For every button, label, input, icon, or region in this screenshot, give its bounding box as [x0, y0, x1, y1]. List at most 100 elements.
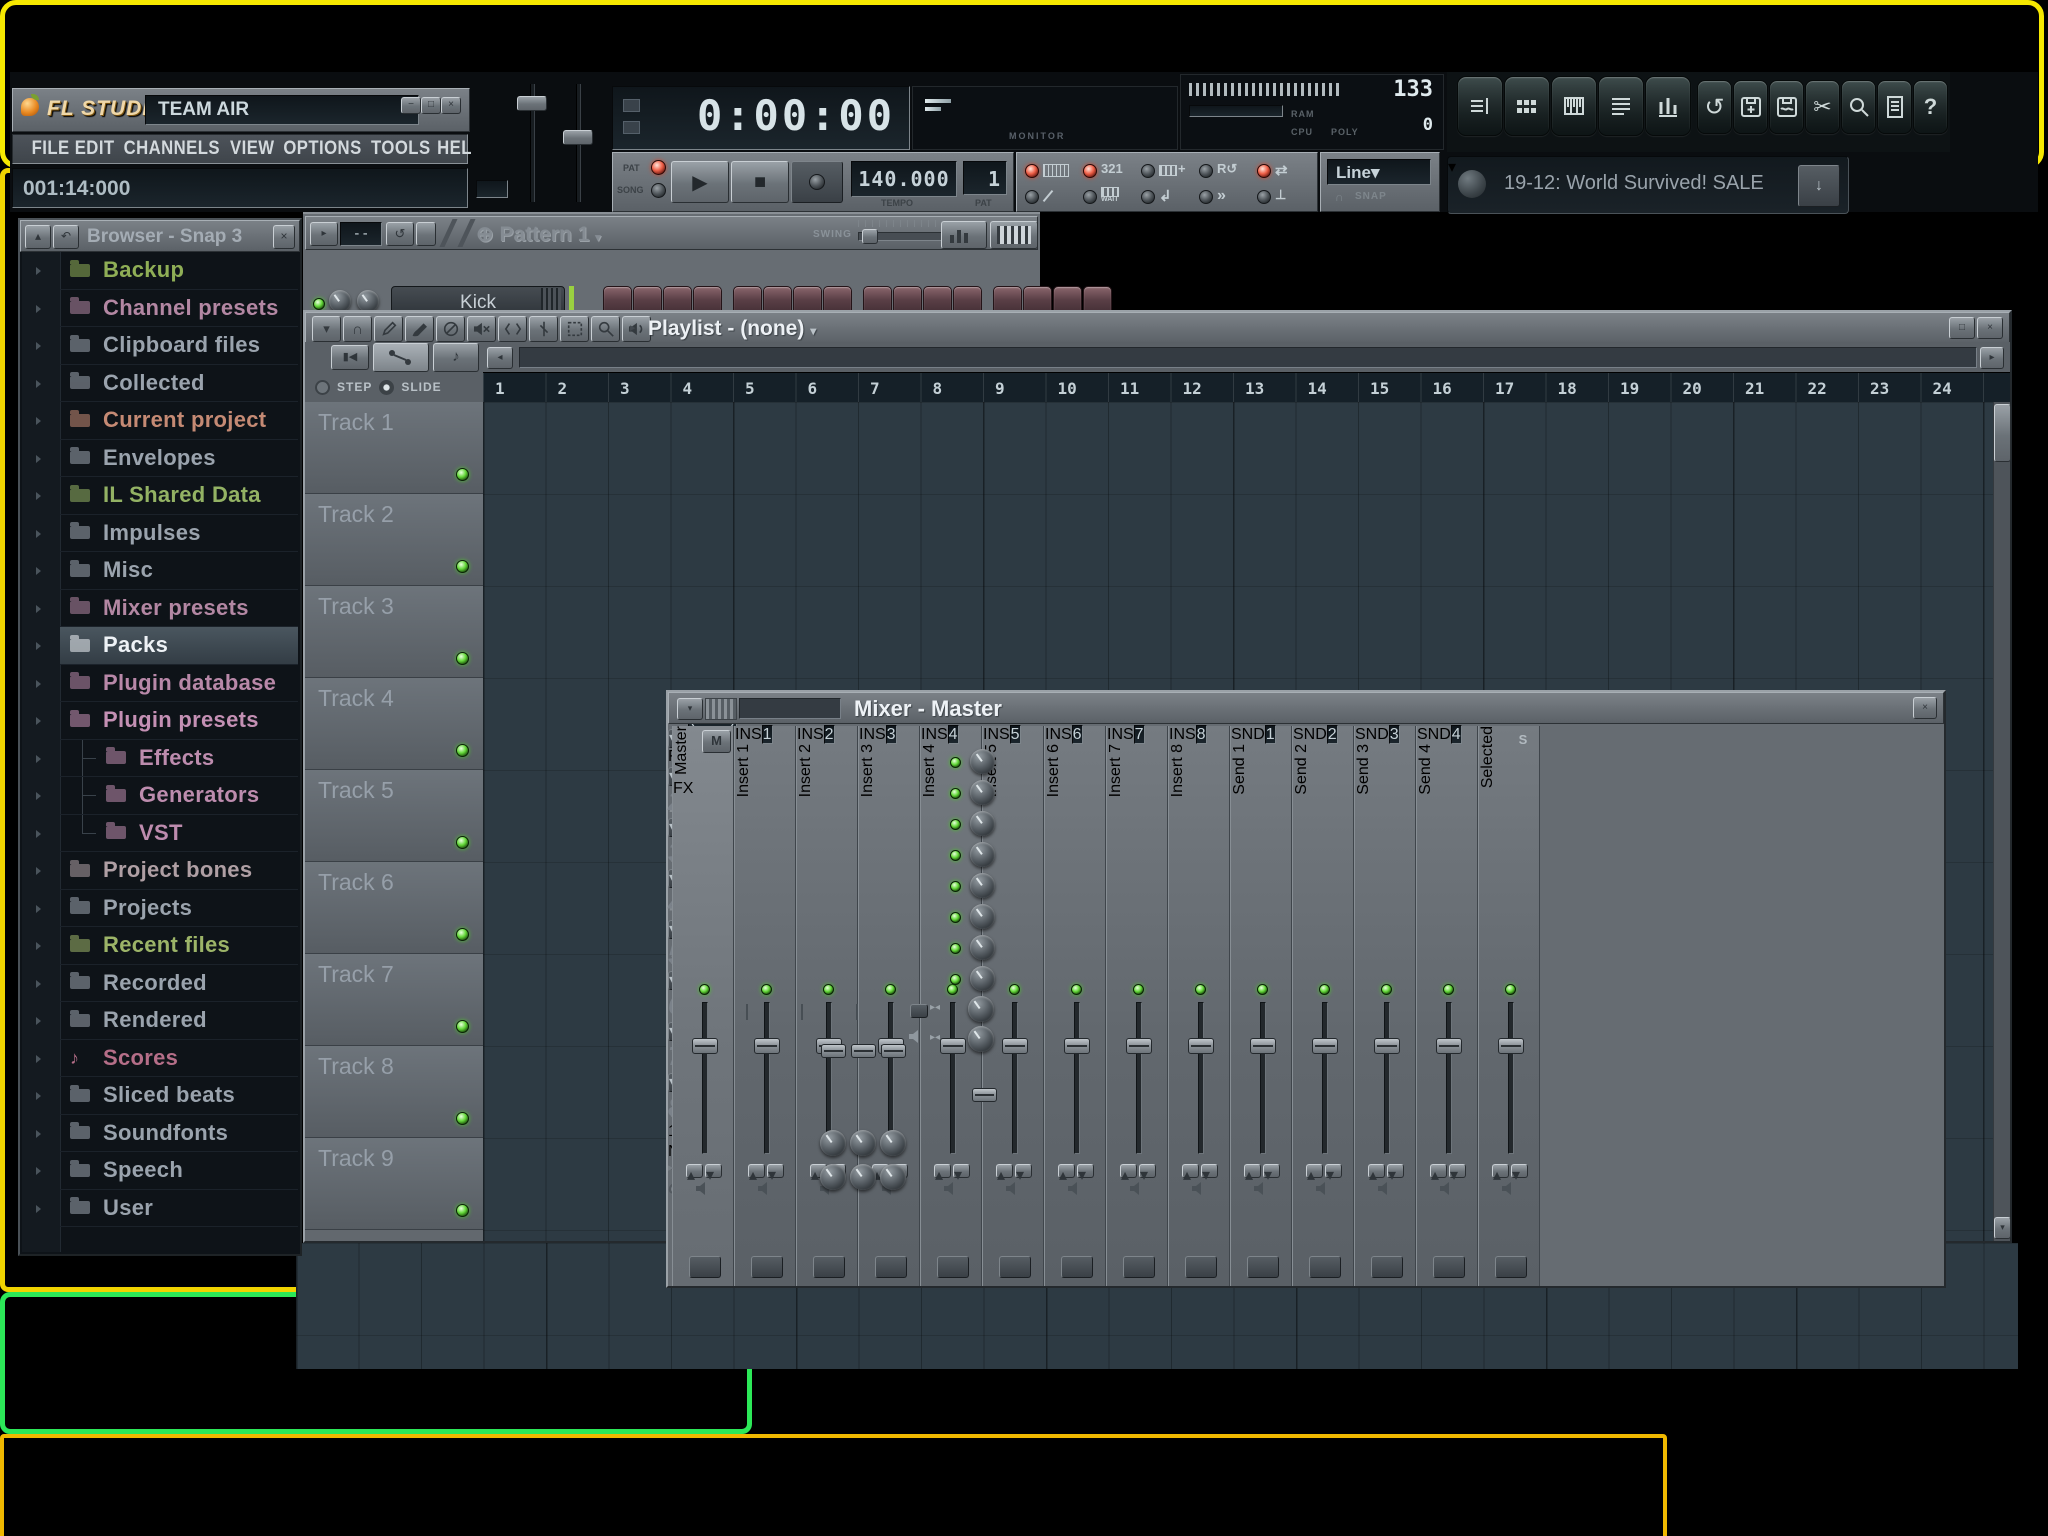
- track-header-track-3[interactable]: Track 3: [305, 586, 483, 678]
- strip-slot-button[interactable]: [875, 1256, 907, 1278]
- expand-icon[interactable]: [36, 529, 41, 538]
- expand-icon[interactable]: [36, 792, 41, 800]
- eq-knob-6[interactable]: [880, 1164, 906, 1190]
- expand-icon[interactable]: [36, 267, 41, 275]
- volume-slider-handle[interactable]: [517, 96, 547, 111]
- route-up-icon[interactable]: ▴: [1368, 1164, 1385, 1184]
- strip-slot-button[interactable]: [1309, 1256, 1341, 1278]
- playlist-titlebar[interactable]: ▾ ∩ ▸ Playlist - (none) ▾ □ ×: [305, 312, 2010, 344]
- browser-item-plugin-database[interactable]: Plugin database: [60, 665, 298, 702]
- strip-slot-button[interactable]: [1495, 1256, 1527, 1278]
- browser-item-vst[interactable]: VST: [60, 814, 298, 852]
- horizontal-scrollbar[interactable]: [519, 347, 1977, 368]
- step-edit-icon-led[interactable]: [1199, 190, 1213, 204]
- options-dropdown[interactable]: ▾: [312, 316, 341, 342]
- strip-enable-led[interactable]: [1009, 984, 1020, 995]
- menu-item-options[interactable]: OPTIONS: [283, 138, 361, 160]
- play-button[interactable]: ▶: [671, 161, 729, 203]
- eq-knob-4[interactable]: [820, 1164, 846, 1190]
- expand-icon[interactable]: [36, 754, 41, 763]
- maximize-icon[interactable]: □: [1949, 317, 1975, 339]
- expand-icon[interactable]: [36, 1054, 41, 1063]
- time-display[interactable]: 0:00:00: [612, 86, 910, 150]
- dry-wet-knob[interactable]: [968, 996, 994, 1022]
- strip-slot-button[interactable]: [813, 1256, 845, 1278]
- record-button[interactable]: [791, 161, 843, 203]
- strip-enable-led[interactable]: [1319, 984, 1330, 995]
- browser-item-generators[interactable]: Generators: [60, 777, 298, 815]
- chevron-right-icon[interactable]: ▸: [310, 222, 338, 246]
- channel-pan-knob[interactable]: [329, 290, 351, 312]
- browser-item-sliced-beats[interactable]: Sliced beats: [60, 1077, 298, 1115]
- route-up-icon[interactable]: ▴: [686, 1164, 703, 1184]
- channel-enable-led[interactable]: [313, 298, 325, 310]
- fx-slot-6-enable-led[interactable]: [950, 912, 961, 923]
- mixer-menu-icon[interactable]: ▾: [677, 698, 703, 720]
- route-up-icon[interactable]: ▴: [748, 1164, 765, 1184]
- countdown-icon[interactable]: 321: [1101, 161, 1139, 181]
- route-down-icon[interactable]: ▾: [1449, 1164, 1466, 1184]
- pattern-lcd[interactable]: --: [340, 222, 382, 246]
- route-up-icon[interactable]: ▴: [1058, 1164, 1075, 1184]
- strip-enable-led[interactable]: [947, 984, 958, 995]
- volume-fader[interactable]: [1436, 1038, 1462, 1054]
- fx-slot-2-mix-knob[interactable]: [970, 780, 995, 805]
- menu-item-channels[interactable]: CHANNELS: [124, 138, 220, 160]
- marker-button[interactable]: ▮◀: [331, 345, 369, 370]
- metronome-icon-led[interactable]: [1025, 190, 1039, 204]
- track-enable-led[interactable]: [456, 836, 469, 849]
- expand-icon[interactable]: [36, 379, 41, 388]
- route-down-icon[interactable]: ▾: [1201, 1164, 1218, 1184]
- expand-icon[interactable]: [36, 492, 41, 500]
- wait-input-icon-led[interactable]: [1083, 190, 1097, 204]
- expand-icon[interactable]: [36, 567, 41, 575]
- graph-editor-icon[interactable]: [941, 221, 987, 249]
- browser-item-mixer-presets[interactable]: Mixer presets: [60, 590, 298, 627]
- app-titlebar[interactable]: FL STUDIO TEAM AIR − □ ×: [12, 88, 470, 132]
- fx-slot-4-mix-knob[interactable]: [970, 842, 995, 867]
- slice-tool[interactable]: [529, 316, 558, 342]
- expand-icon[interactable]: [36, 979, 41, 988]
- route-down-icon[interactable]: ▾: [1139, 1164, 1156, 1184]
- eq-mid-handle[interactable]: [851, 1044, 876, 1058]
- expand-icon[interactable]: [36, 1017, 41, 1025]
- browser-item-soundfonts[interactable]: Soundfonts: [60, 1115, 298, 1152]
- overdub-icon[interactable]: +: [1159, 161, 1197, 181]
- route-down-icon[interactable]: ▾: [1387, 1164, 1404, 1184]
- tempo-display[interactable]: 140.000: [851, 161, 957, 197]
- keyboard-editor-icon[interactable]: [990, 221, 1038, 249]
- fx-slot-5-enable-led[interactable]: [950, 881, 961, 892]
- mixer-strip-send-2[interactable]: SND2 Send 2 ▴ ▾: [1292, 725, 1354, 1286]
- track-header-track-2[interactable]: Track 2: [305, 494, 483, 586]
- volume-fader[interactable]: [1498, 1038, 1524, 1054]
- track-enable-led[interactable]: [456, 1204, 469, 1217]
- song-position-display[interactable]: 001:14:000: [12, 168, 468, 208]
- volume-fader[interactable]: [692, 1038, 718, 1054]
- strip-enable-led[interactable]: [1505, 984, 1516, 995]
- fx-badge[interactable]: FX: [673, 780, 693, 797]
- browser-item-projects[interactable]: Projects: [60, 890, 298, 927]
- volume-fader[interactable]: [1374, 1038, 1400, 1054]
- vertical-scrollbar[interactable]: ▾: [1993, 402, 2011, 1241]
- strip-enable-led[interactable]: [1195, 984, 1206, 995]
- maximize-icon[interactable]: □: [421, 97, 441, 114]
- strip-slot-button[interactable]: [1433, 1256, 1465, 1278]
- browser-item-speech[interactable]: Speech: [60, 1152, 298, 1190]
- mixer-strip-send-4[interactable]: SND4 Send 4 ▴ ▾: [1416, 725, 1478, 1286]
- route-down-icon[interactable]: ▾: [1325, 1164, 1342, 1184]
- fx-slot-1-enable-led[interactable]: [950, 757, 961, 768]
- download-icon[interactable]: ↓: [1798, 165, 1840, 207]
- eq-low-handle[interactable]: [821, 1044, 846, 1058]
- fx-slot-5-mix-knob[interactable]: [970, 873, 995, 898]
- route-down-icon[interactable]: ▾: [1511, 1164, 1528, 1184]
- cut-button[interactable]: ✂: [1805, 80, 1840, 134]
- browser-item-plugin-presets[interactable]: Plugin presets: [60, 702, 298, 740]
- route-down-icon[interactable]: ▾: [1263, 1164, 1280, 1184]
- volume-fader[interactable]: [1188, 1038, 1214, 1054]
- typing-keyboard-icon[interactable]: [1043, 161, 1081, 181]
- fx-slot-8-enable-led[interactable]: [950, 974, 961, 985]
- browser-item-recent-files[interactable]: Recent files: [60, 927, 298, 965]
- route-up-icon[interactable]: ▴: [1492, 1164, 1509, 1184]
- volume-fader[interactable]: [1002, 1038, 1028, 1054]
- expand-icon[interactable]: [36, 454, 41, 463]
